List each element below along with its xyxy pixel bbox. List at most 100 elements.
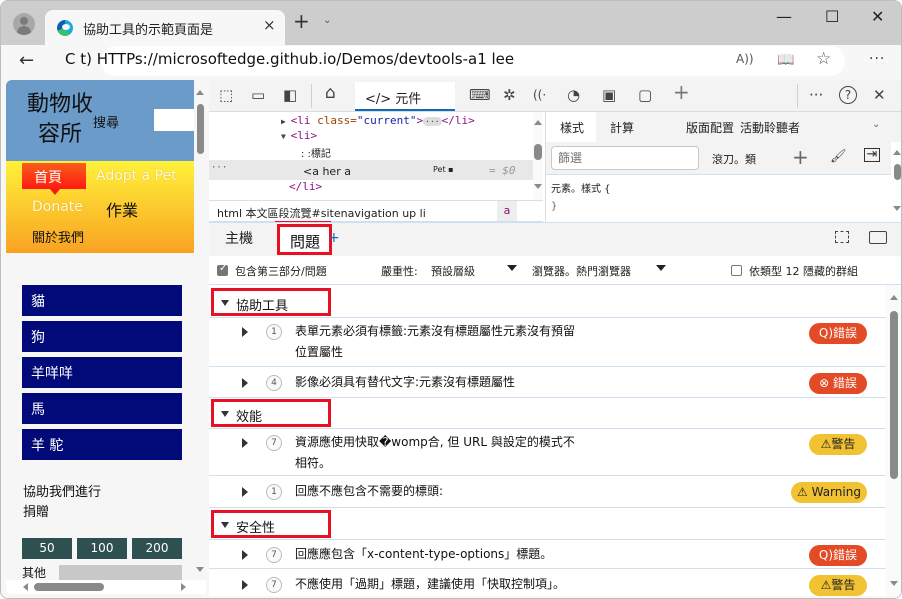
scroll-left-arrow-icon[interactable] (19, 583, 28, 591)
breadcrumb-current[interactable]: a (497, 201, 517, 221)
severity-dropdown[interactable]: 預設層級 (431, 263, 475, 279)
toggle-sidebar-icon[interactable]: ⇥ (864, 148, 880, 162)
browser-dropdown-arrow-icon[interactable] (656, 265, 666, 276)
browser-tab[interactable]: 協助工具的示範頁面是 × (45, 10, 285, 45)
dom-row-dots-icon[interactable]: ··· (211, 163, 227, 173)
animal-link[interactable]: 馬 (22, 393, 182, 424)
close-devtools-button[interactable]: ✕ (873, 86, 886, 104)
welcome-home-icon[interactable]: ⌂ (325, 84, 336, 102)
scroll-down-arrow-icon[interactable] (196, 567, 204, 576)
dock-drawer-icon[interactable] (835, 231, 849, 243)
tab-close-icon[interactable]: × (263, 16, 276, 34)
application-window-icon[interactable]: ▢ (638, 86, 652, 104)
dom-node-li-current[interactable]: ▶ <li class="current"> ··· </li> (281, 114, 475, 127)
tab-styles[interactable]: 樣式 (546, 112, 596, 142)
issues-scroll-thumb[interactable] (890, 311, 898, 479)
other-amount-input[interactable] (59, 565, 182, 580)
caret-right-icon[interactable] (242, 580, 253, 590)
selected-dom-row[interactable] (209, 160, 533, 180)
tab-computed[interactable]: 計算 (610, 119, 634, 136)
element-style-rule[interactable]: 元素。樣式 { (551, 180, 611, 195)
more-tabs-chevron-icon[interactable]: ⌄ (872, 119, 880, 130)
animal-link[interactable]: 狗 (22, 321, 182, 352)
issue-group-security[interactable]: 安全性 (211, 510, 331, 538)
scroll-down-arrow-icon[interactable] (534, 184, 542, 193)
animal-link[interactable]: 貓 (22, 285, 182, 316)
dom-close-li[interactable]: </li> (289, 180, 322, 193)
url-field[interactable]: C t) HTTPs://microsoftedge.github.io/Dem… (65, 50, 514, 68)
dom-scrollbar[interactable] (533, 112, 543, 200)
network-wifi-icon[interactable]: ((· (533, 86, 546, 104)
amount-button[interactable]: 50 (22, 538, 72, 559)
caret-right-icon[interactable] (242, 438, 253, 448)
memory-chip-icon[interactable]: ▣ (602, 86, 616, 104)
issue-row[interactable]: 7 資源應使用快取�womp合, 但 URL 與設定的模式不相符。 ⚠警告 (209, 428, 886, 476)
page-vertical-scrollbar[interactable] (194, 80, 206, 580)
caret-right-icon[interactable] (242, 327, 253, 337)
nav-about-link[interactable]: 關於我們 (32, 227, 84, 246)
include-third-party-checkbox[interactable] (217, 263, 228, 276)
back-button[interactable]: ← (19, 50, 34, 71)
tab-actions-icon[interactable]: ⌄ (323, 15, 331, 26)
favorite-star-icon[interactable]: ☆ (816, 49, 831, 69)
scroll-up-arrow-icon[interactable] (893, 146, 901, 155)
tab-elements[interactable]: </> 元件 (355, 82, 455, 111)
issue-row[interactable]: 7 不應使用「過期」標題，建議使用「快取控制項」。 ⚠警告 (209, 570, 886, 597)
issue-row[interactable]: 7 回應應包含「x-content-type-options」標題。 Q)錯誤 (209, 539, 886, 569)
animal-link[interactable]: 羊 駝 (22, 429, 182, 460)
amount-button[interactable]: 200 (132, 538, 182, 559)
caret-right-icon[interactable] (242, 550, 253, 560)
styles-filter-input[interactable] (551, 146, 699, 170)
close-drawer-icon[interactable] (869, 231, 887, 244)
nav-adopt-link[interactable]: Adopt a Pet (96, 168, 177, 184)
inspect-element-icon[interactable]: ⬚ (219, 86, 233, 104)
search-input[interactable] (154, 109, 194, 131)
add-drawer-tab-button[interactable]: + (328, 230, 340, 246)
group-by-kind-checkbox[interactable] (731, 265, 742, 276)
tab-layout[interactable]: 版面配置 (686, 119, 734, 136)
minimize-button[interactable]: — (776, 7, 792, 26)
device-emulation-icon[interactable]: ▭ (251, 86, 265, 104)
styles-scroll-thumb[interactable] (894, 164, 901, 180)
nav-jobs-link[interactable]: 作業 (106, 197, 138, 221)
new-tab-button[interactable]: + (293, 11, 310, 31)
issue-row[interactable]: 1 表單元素必須有標籤:元素沒有標題屬性元素沒有預留位置屬性 Q)錯誤 (209, 318, 886, 367)
issue-group-accessibility[interactable]: 協助工具 (211, 288, 331, 316)
dock-side-icon[interactable]: ◧ (283, 86, 297, 104)
dom-pseudo-marker[interactable]: : :標記 (301, 145, 331, 160)
amount-button[interactable]: 100 (77, 538, 127, 559)
tab-event-listeners[interactable]: 活動聆聽者 (740, 119, 800, 136)
page-scroll-thumb[interactable] (197, 104, 204, 154)
maximize-button[interactable]: ☐ (825, 7, 839, 26)
issue-row[interactable]: 4 影像必須具有替代文字:元素沒有標題屬性 ⊗ 錯誤 (209, 368, 886, 398)
performance-gauge-icon[interactable]: ◔ (567, 86, 580, 104)
scroll-up-arrow-icon[interactable] (196, 86, 204, 95)
customize-menu-button[interactable]: ··· (809, 86, 823, 104)
caret-right-icon[interactable] (242, 487, 253, 497)
collapsed-ellipsis[interactable]: ··· (423, 117, 442, 126)
hov-cls-toggle[interactable]: 滾刀。類 (712, 151, 756, 167)
styles-scrollbar[interactable] (891, 142, 901, 222)
nav-donate-link[interactable]: Donate (32, 199, 83, 215)
dom-node-li[interactable]: ▼ <li> (281, 129, 317, 142)
profile-avatar-icon[interactable] (13, 13, 35, 35)
animal-link[interactable]: 羊咩咩 (22, 357, 182, 388)
issue-group-performance[interactable]: 效能 (211, 399, 331, 427)
nav-home-link[interactable]: 首頁 (22, 163, 86, 195)
read-aloud-icon[interactable]: A)) (736, 52, 754, 66)
severity-dropdown-arrow-icon[interactable] (507, 265, 517, 276)
tab-console-host[interactable]: 主機 (225, 228, 253, 248)
dom-scroll-thumb[interactable] (534, 144, 542, 160)
scroll-down-arrow-icon[interactable] (893, 206, 901, 215)
more-tools-button[interactable]: + (673, 82, 690, 102)
tab-issues[interactable]: 問題 (277, 224, 332, 255)
console-icon[interactable]: ⌨ (469, 86, 491, 104)
paint-brush-icon[interactable]: 🖌 (830, 149, 847, 164)
scroll-up-arrow-icon[interactable] (890, 291, 898, 300)
scroll-right-arrow-icon[interactable] (181, 583, 190, 591)
close-window-button[interactable]: ✕ (871, 7, 884, 26)
browser-menu-button[interactable]: ··· (869, 51, 885, 67)
new-style-rule-button[interactable]: + (792, 145, 809, 169)
dom-node-anchor[interactable]: <a her a (303, 165, 351, 178)
page-hscroll-thumb[interactable] (34, 583, 104, 591)
